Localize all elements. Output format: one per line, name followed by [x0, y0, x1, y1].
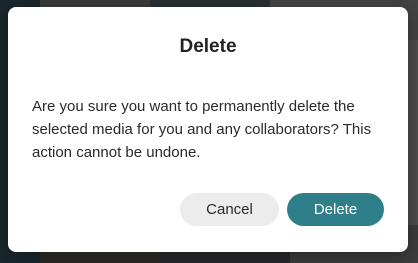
dialog-actions: Cancel Delete: [180, 193, 384, 226]
dialog-message: Are you sure you want to permanently del…: [32, 98, 372, 161]
dialog-title: Delete: [179, 36, 237, 57]
delete-button[interactable]: Delete: [287, 193, 384, 226]
delete-dialog: Delete Are you sure you want to permanen…: [8, 7, 408, 252]
cancel-button[interactable]: Cancel: [180, 193, 279, 226]
